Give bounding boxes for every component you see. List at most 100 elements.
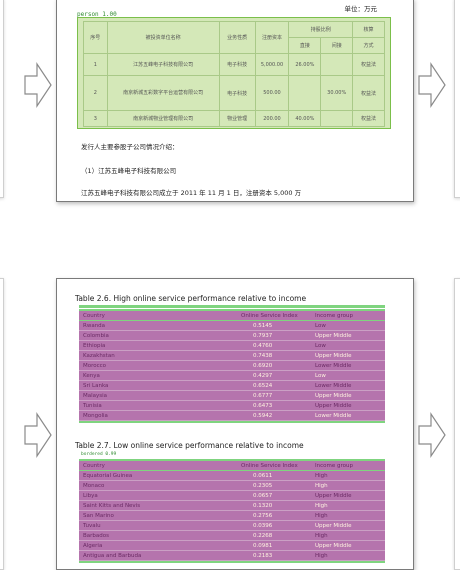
table-cell: Sri Lanka xyxy=(83,383,109,389)
side-card-bottom-right xyxy=(454,278,460,570)
table-cell: 物业管理 xyxy=(218,110,256,127)
arrow-right-icon[interactable] xyxy=(418,412,446,458)
table-cell: Morocco xyxy=(83,363,107,369)
table-header-cell: 持股比例 xyxy=(288,21,354,38)
table-row: Kenya 0.4297 Low xyxy=(79,371,385,381)
table-header-row: Country Online Service Index Income grou… xyxy=(79,311,385,321)
table-cell: 权益法 xyxy=(352,53,385,76)
table-header-row: Country Online Service Index Income grou… xyxy=(79,461,385,471)
table-cell: 0.6473 xyxy=(253,403,273,409)
table-cell: Kazakhstan xyxy=(83,353,115,359)
table-highlight-box: 序号 被投资单位名称 业务性质 注册资本 持股比例 核算 直接 间接 方式 1 … xyxy=(77,17,391,129)
table-cell: 0.5942 xyxy=(253,413,273,419)
side-card-bottom-left xyxy=(0,278,4,570)
table-cell: Upper Middle xyxy=(315,333,352,339)
table-cell: 0.2305 xyxy=(253,483,273,489)
table-cell: Equatorial Guinea xyxy=(83,473,133,479)
table-cell: 电子科技 xyxy=(218,53,256,76)
table-cell: 0.0611 xyxy=(253,473,273,479)
table-header-cell: Online Service Index xyxy=(241,313,298,319)
table-row: Equatorial Guinea 0.0611 High xyxy=(79,471,385,481)
table-cell: Low xyxy=(315,323,326,329)
arrow-right-icon[interactable] xyxy=(24,62,52,108)
table-cell: Upper Middle xyxy=(315,393,352,399)
table-header-cell: 核算 xyxy=(352,21,385,38)
table-row: Rwanda 0.5145 Low xyxy=(79,321,385,331)
arrow-right-icon[interactable] xyxy=(418,62,446,108)
table-cell: 0.2756 xyxy=(253,513,273,519)
table-row: Barbados 0.2268 High xyxy=(79,531,385,541)
table-cell: 500.00 xyxy=(254,75,290,111)
table-cell: High xyxy=(315,483,328,489)
side-card-top-right xyxy=(454,0,460,198)
table-header-cell: 被投资单位名称 xyxy=(106,21,220,54)
unit-label: 单位：万元 xyxy=(344,5,378,13)
table-cell: 0.2183 xyxy=(253,553,273,559)
paragraph: 发行人主要参股子公司情况介绍： xyxy=(81,143,179,151)
table-cell: Upper Middle xyxy=(315,353,352,359)
table-header-cell: 方式 xyxy=(352,37,385,54)
table-cell: 电子科技 xyxy=(218,75,256,111)
table-cell: 0.7438 xyxy=(253,353,273,359)
table-header-cell: Income group xyxy=(315,313,353,319)
table-header-cell: Online Service Index xyxy=(241,463,298,469)
table-cell: Upper Middle xyxy=(315,523,352,529)
table-cell: Upper Middle xyxy=(315,493,352,499)
table-cell: Upper Middle xyxy=(315,543,352,549)
table-cell: 0.5145 xyxy=(253,323,273,329)
arrow-right-icon[interactable] xyxy=(24,412,52,458)
table-cell: 1 xyxy=(83,53,108,76)
table-row: San Marino 0.2756 High xyxy=(79,511,385,521)
table-header-cell: Country xyxy=(83,313,105,319)
table-cell: Low xyxy=(315,373,326,379)
table-row: Monaco 0.2305 High xyxy=(79,481,385,491)
table-cell: Algeria xyxy=(83,543,103,549)
table-row: Colombia 0.7937 Upper Middle xyxy=(79,331,385,341)
side-card-top-left xyxy=(0,0,4,198)
table-header-cell: 注册资本 xyxy=(254,21,290,54)
table-row: Ethiopia 0.4760 Low xyxy=(79,341,385,351)
table-cell: Ethiopia xyxy=(83,343,106,349)
table-cell: Colombia xyxy=(83,333,109,339)
table-cell: 0.0657 xyxy=(253,493,273,499)
table-header-cell: 业务性质 xyxy=(218,21,256,54)
table-cell: 30.00% xyxy=(320,75,354,111)
paragraph: （1）江苏五峰电子科技有限公司 xyxy=(81,167,177,175)
table-caption: Table 2.6. High online service performan… xyxy=(75,294,307,303)
table-row: Libya 0.0657 Upper Middle xyxy=(79,491,385,501)
table-cell: 26.00% xyxy=(288,53,322,76)
table-cell: Low xyxy=(315,343,326,349)
document-page-chinese: 单位：万元 person 1.00 序号 被投资单位名称 业务性质 注册资本 持… xyxy=(56,0,414,202)
table-cell: Rwanda xyxy=(83,323,106,329)
table-cell xyxy=(320,53,354,76)
table-cell: 江苏五峰电子科技有限公司 xyxy=(106,53,220,76)
table-cell: High xyxy=(315,503,328,509)
table-cell: Libya xyxy=(83,493,98,499)
table-cell: Barbados xyxy=(83,533,109,539)
table-cell: 南京新城物业管理有限公司 xyxy=(106,110,220,127)
table-cell: Upper Middle xyxy=(315,403,352,409)
table-cell: 权益法 xyxy=(352,75,385,111)
detection-border xyxy=(79,305,385,308)
table-cell: 0.6524 xyxy=(253,383,273,389)
table-cell: 200.00 xyxy=(254,110,290,127)
table-cell: 3 xyxy=(83,110,108,127)
table-cell: High xyxy=(315,533,328,539)
table-cell: 0.0981 xyxy=(253,543,273,549)
table-row: Tunisia 0.6473 Upper Middle xyxy=(79,401,385,411)
table-cell: Monaco xyxy=(83,483,105,489)
low-performance-table: Country Online Service Index Income grou… xyxy=(79,459,385,563)
table-cell: 40.00% xyxy=(288,110,322,127)
table-cell: Kenya xyxy=(83,373,100,379)
table-cell: 南京新城五彩数字平台运营有限公司 xyxy=(106,75,220,111)
table-cell: 0.0396 xyxy=(253,523,273,529)
table-cell: Lower Middle xyxy=(315,383,352,389)
table-cell: Saint Kitts and Nevis xyxy=(83,503,141,509)
table-cell: Malaysia xyxy=(83,393,108,399)
table-cell: Antigua and Barbuda xyxy=(83,553,142,559)
document-page-english: Table 2.6. High online service performan… xyxy=(56,278,414,570)
high-performance-table: Country Online Service Index Income grou… xyxy=(79,309,385,423)
detection-label: bordered 0.99 xyxy=(81,452,117,457)
table-cell: 0.4760 xyxy=(253,343,273,349)
table-cell xyxy=(320,110,354,127)
